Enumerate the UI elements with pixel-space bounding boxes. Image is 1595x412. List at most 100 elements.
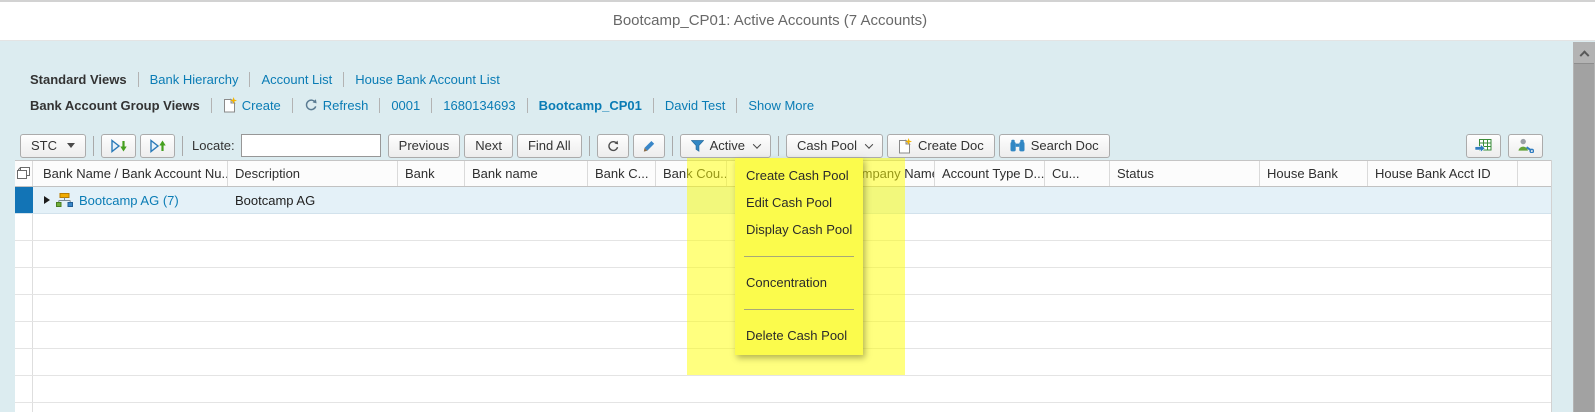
collapse-all-icon: [149, 138, 166, 153]
previous-label: Previous: [398, 138, 450, 153]
column-header-cu[interactable]: Cu...: [1045, 161, 1110, 186]
caret-down-icon: [67, 143, 75, 148]
bank-account-group-views-bar: Bank Account Group Views Create Refresh: [30, 95, 814, 115]
previous-button[interactable]: Previous: [387, 133, 461, 158]
menu-separator: [735, 296, 863, 322]
scrollbar-thumb[interactable]: [1574, 63, 1594, 412]
select-all-corner-cell[interactable]: [15, 161, 33, 186]
locate-label: Locate:: [192, 138, 235, 153]
row-selection-indicator[interactable]: [15, 349, 33, 375]
separator: [526, 97, 528, 113]
scroll-up-button[interactable]: [1573, 42, 1595, 63]
menu-item-edit-cash-pool[interactable]: Edit Cash Pool: [735, 189, 863, 216]
expand-all-button[interactable]: [101, 133, 136, 158]
toolbar-right-group: [1466, 133, 1543, 158]
page-title: Bootcamp_CP01: Active Accounts (7 Accoun…: [612, 12, 928, 29]
separator: [182, 135, 183, 156]
view-select-value: STC: [31, 138, 57, 153]
row-selection-indicator[interactable]: [15, 214, 33, 240]
column-header-house-bank[interactable]: House Bank: [1260, 161, 1368, 186]
create-view-label: Create: [241, 97, 281, 113]
row-selection-indicator[interactable]: [15, 403, 33, 412]
column-header-bank-cou[interactable]: Bank Cou...: [656, 161, 727, 186]
column-header-bank-name[interactable]: Bank Name / Bank Account Nu...: [33, 161, 228, 186]
separator: [736, 97, 738, 113]
new-document-icon: [898, 137, 912, 154]
menu-item-create-cash-pool[interactable]: Create Cash Pool: [735, 162, 863, 189]
find-all-button[interactable]: Find All: [516, 133, 582, 158]
column-header-filler: [1518, 161, 1551, 186]
column-header-bank-name2[interactable]: Bank name: [465, 161, 588, 186]
separator: [588, 135, 590, 156]
link-account-list[interactable]: Account List: [261, 72, 332, 87]
standard-views-label: Standard Views: [30, 71, 127, 87]
separator: [671, 135, 673, 156]
locate-input[interactable]: [240, 134, 381, 157]
empty-table-row: [15, 376, 1551, 403]
expand-node-icon[interactable]: [44, 196, 50, 204]
window-titlebar: Bootcamp_CP01: Active Accounts (7 Accoun…: [0, 0, 1595, 41]
separator: [210, 97, 212, 113]
create-view-link[interactable]: Create: [223, 97, 281, 113]
separator: [379, 97, 381, 113]
empty-table-row: [15, 403, 1551, 412]
link-house-bank-account-list[interactable]: House Bank Account List: [355, 72, 500, 87]
description-cell: Bootcamp AG: [235, 192, 316, 208]
hierarchy-icon: [56, 193, 73, 207]
column-header-bank[interactable]: Bank: [398, 161, 465, 186]
link-bank-hierarchy[interactable]: Bank Hierarchy: [150, 72, 239, 87]
create-doc-button[interactable]: Create Doc: [887, 133, 995, 158]
active-filter-label: Active: [709, 138, 746, 153]
refresh-table-button[interactable]: [596, 133, 629, 158]
row-selection-indicator[interactable]: [15, 241, 33, 267]
next-button[interactable]: Next: [464, 133, 513, 158]
row-selection-indicator[interactable]: [15, 187, 33, 213]
separator: [343, 71, 345, 87]
select-all-icon: [17, 167, 30, 180]
export-table-icon: [1475, 138, 1492, 153]
row-selection-indicator[interactable]: [15, 376, 33, 402]
menu-separator: [735, 243, 863, 269]
bank-name-cell: Bootcamp AG (7): [33, 187, 228, 213]
chevron-down-icon: [864, 139, 874, 149]
separator: [137, 71, 139, 87]
edit-button[interactable]: [632, 133, 665, 158]
view-link-bootcamp-cp01[interactable]: Bootcamp_CP01: [539, 98, 642, 113]
column-header-account-type[interactable]: Account Type D...: [935, 161, 1045, 186]
view-link-0001[interactable]: 0001: [391, 98, 420, 113]
standard-views-bar: Standard Views Bank Hierarchy Account Li…: [30, 69, 500, 89]
row-selection-indicator[interactable]: [15, 322, 33, 348]
pencil-icon: [642, 139, 656, 153]
bank-group-link[interactable]: Bootcamp AG (7): [79, 193, 179, 208]
chevron-down-icon: [752, 139, 762, 149]
menu-item-concentration[interactable]: Concentration: [735, 269, 863, 296]
column-header-status[interactable]: Status: [1110, 161, 1260, 186]
create-doc-label: Create Doc: [918, 138, 984, 153]
export-button[interactable]: [1466, 133, 1501, 158]
search-doc-button[interactable]: Search Doc: [998, 133, 1110, 158]
cash-pool-menu-button[interactable]: Cash Pool: [786, 133, 883, 158]
collapse-all-button[interactable]: [140, 133, 175, 158]
view-link-david-test[interactable]: David Test: [665, 98, 725, 113]
active-filter-button[interactable]: Active: [679, 133, 772, 158]
expand-all-icon: [110, 138, 127, 153]
menu-item-delete-cash-pool[interactable]: Delete Cash Pool: [735, 322, 863, 349]
refresh-view-link[interactable]: Refresh: [304, 97, 369, 113]
separator: [291, 97, 293, 113]
column-header-description[interactable]: Description: [228, 161, 398, 186]
row-selection-indicator[interactable]: [15, 268, 33, 294]
view-select-button[interactable]: STC: [20, 133, 86, 158]
separator: [778, 135, 780, 156]
page-vertical-scrollbar[interactable]: [1573, 42, 1595, 412]
menu-item-display-cash-pool[interactable]: Display Cash Pool: [735, 216, 863, 243]
personalize-button[interactable]: [1508, 133, 1543, 158]
show-more-link[interactable]: Show More: [748, 98, 814, 113]
refresh-view-label: Refresh: [322, 97, 369, 113]
separator: [249, 71, 251, 87]
column-header-bank-c[interactable]: Bank C...: [588, 161, 656, 186]
row-selection-indicator[interactable]: [15, 295, 33, 321]
column-header-house-bank-acct-id[interactable]: House Bank Acct ID: [1368, 161, 1518, 186]
view-link-1680134693[interactable]: 1680134693: [443, 98, 515, 113]
separator: [652, 97, 654, 113]
next-label: Next: [475, 138, 502, 153]
